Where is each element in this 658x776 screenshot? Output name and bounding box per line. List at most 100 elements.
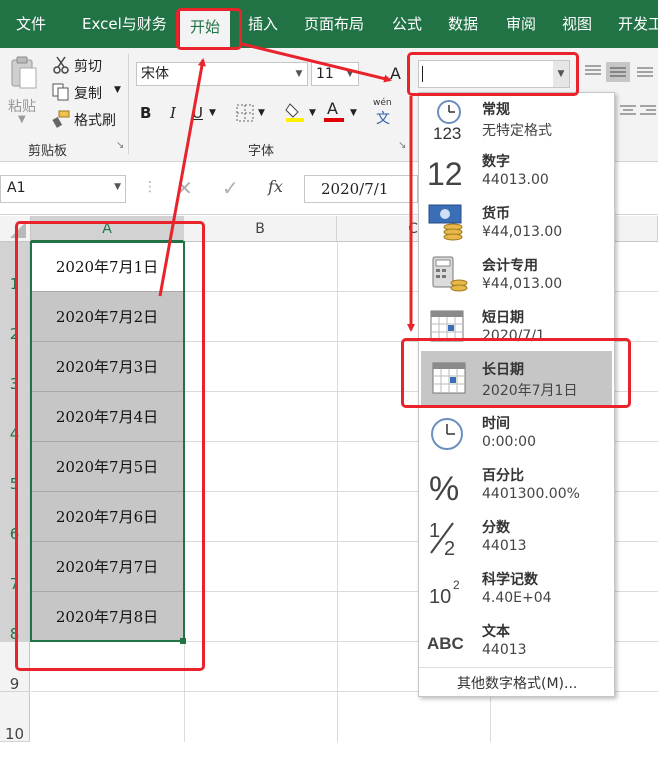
borders-icon[interactable]	[236, 104, 254, 122]
format-name: 常规	[482, 102, 510, 118]
enter-check-icon[interactable]: ✓	[222, 176, 239, 200]
format-example: ¥44,013.00	[482, 224, 563, 240]
font-launcher-icon[interactable]: ↘	[398, 140, 406, 151]
annotation-box-long-date	[401, 338, 631, 408]
paste-button[interactable]: 粘贴	[8, 96, 36, 116]
more-number-formats-link[interactable]: 其他数字格式(M)...	[457, 673, 577, 693]
font-size-value: 11	[316, 66, 334, 82]
icon-sci-exponent: 2	[453, 578, 460, 592]
chevron-down-icon[interactable]: ▼	[342, 63, 358, 85]
format-item-accounting[interactable]: 会计专用 ¥44,013.00	[419, 249, 614, 301]
name-box-value: A1	[7, 180, 26, 196]
font-color-swatch	[324, 118, 344, 122]
format-example: 44013	[482, 642, 527, 658]
paste-icon[interactable]	[8, 56, 38, 92]
format-item-text[interactable]: ABC 文本 44013	[419, 615, 614, 667]
icon-percent-text: %	[429, 470, 459, 505]
font-color-button[interactable]: A	[324, 99, 346, 122]
annotation-box-cells	[15, 221, 205, 671]
tab-file[interactable]: 文件	[16, 0, 46, 48]
name-box[interactable]: A1 ▼	[0, 175, 126, 203]
italic-button[interactable]: I	[170, 104, 176, 122]
font-name-value: 宋体	[141, 66, 169, 82]
underline-dropdown-icon[interactable]: ▼	[209, 108, 216, 118]
copy-dropdown-icon[interactable]: ▼	[114, 85, 121, 95]
menu-divider	[419, 667, 614, 668]
icon-sci-base: 10	[429, 586, 451, 608]
row-header[interactable]: 10	[0, 692, 30, 743]
annotation-box-number-format	[407, 52, 579, 96]
format-item-time[interactable]: 时间 0:00:00	[419, 407, 614, 459]
tab-view[interactable]: 视图	[562, 0, 592, 48]
align-bottom-icon[interactable]	[636, 64, 654, 78]
align-top-icon[interactable]	[584, 64, 602, 78]
font-name-combo[interactable]: 宋体 ▼	[136, 62, 308, 86]
phonetic-guide-button[interactable]: 文	[376, 108, 390, 128]
font-color-dropdown-icon[interactable]: ▼	[350, 108, 357, 118]
clipboard-group-label: 剪贴板	[28, 144, 68, 159]
percent-icon: %	[427, 465, 471, 508]
paste-dropdown-icon[interactable]: ▼	[18, 114, 26, 125]
cut-button[interactable]: 剪切	[74, 56, 102, 76]
format-name: 时间	[482, 416, 510, 432]
format-item-general[interactable]: 123 常规 无特定格式	[419, 93, 614, 145]
grow-font-button[interactable]: A	[390, 64, 401, 83]
format-example: 4.40E+04	[482, 590, 552, 606]
accounting-icon	[427, 255, 471, 295]
fill-color-icon[interactable]	[284, 100, 306, 122]
font-color-letter: A	[327, 99, 338, 118]
icon-fraction-denominator: 2	[444, 538, 455, 557]
fill-color-dropdown-icon[interactable]: ▼	[309, 108, 316, 118]
formula-content: 2020/7/1	[321, 180, 389, 198]
format-example: 0:00:00	[482, 434, 536, 450]
icon-12-text: 12	[427, 156, 463, 191]
format-painter-icon	[52, 110, 70, 128]
phonetic-pinyin-label: wén	[373, 98, 392, 108]
bold-button[interactable]: B	[140, 104, 151, 122]
format-name: 短日期	[482, 310, 524, 326]
borders-dropdown-icon[interactable]: ▼	[258, 108, 265, 118]
column-header-b[interactable]: B	[184, 216, 337, 242]
font-group-label: 字体	[248, 144, 275, 159]
number-12-icon: 12	[427, 151, 471, 192]
tab-developer[interactable]: 开发工	[618, 0, 658, 48]
format-name: 科学记数	[482, 572, 538, 588]
format-item-scientific[interactable]: 10 2 科学记数 4.40E+04	[419, 563, 614, 615]
annotation-box-home-tab	[176, 8, 242, 50]
tab-review[interactable]: 审阅	[506, 0, 536, 48]
format-example: 44013.00	[482, 172, 549, 188]
chevron-down-icon[interactable]: ▼	[291, 63, 307, 85]
tab-insert[interactable]: 插入	[248, 0, 278, 48]
format-item-fraction[interactable]: 12 分数 44013	[419, 511, 614, 563]
font-size-combo[interactable]: 11 ▼	[311, 62, 359, 86]
align-center-icon[interactable]	[620, 104, 636, 118]
align-middle-icon[interactable]	[606, 62, 630, 82]
format-name: 文本	[482, 624, 510, 640]
chevron-down-icon[interactable]: ▼	[114, 182, 121, 192]
format-item-percent[interactable]: % 百分比 4401300.00%	[419, 459, 614, 511]
tab-page-layout[interactable]: 页面布局	[304, 0, 364, 48]
ribbon-tab-bar: 文件 Excel与财务 开始 插入 页面布局 公式 数据 审阅 视图 开发工	[0, 0, 658, 48]
format-name: 会计专用	[482, 258, 538, 274]
underline-button[interactable]: U	[192, 104, 203, 122]
align-right-icon[interactable]	[640, 104, 656, 118]
insert-function-button[interactable]: fx	[268, 177, 283, 196]
icon-fraction-numerator: 1	[429, 520, 440, 542]
format-example: 44013	[482, 538, 527, 554]
format-item-number[interactable]: 12 数字 44013.00	[419, 145, 614, 197]
fraction-icon: 12	[427, 517, 471, 560]
tab-data[interactable]: 数据	[448, 0, 478, 48]
tab-formulas[interactable]: 公式	[392, 0, 422, 48]
cancel-icon[interactable]: ✕	[176, 176, 193, 200]
copy-button[interactable]: 复制	[74, 83, 102, 103]
format-name: 分数	[482, 520, 510, 536]
clipboard-launcher-icon[interactable]: ↘	[116, 140, 124, 151]
formula-input[interactable]: 2020/7/1	[304, 175, 418, 203]
tab-excel-finance[interactable]: Excel与财务	[82, 0, 167, 48]
format-name: 百分比	[482, 468, 524, 484]
currency-icon	[427, 203, 471, 243]
format-example: ¥44,013.00	[482, 276, 563, 292]
format-item-currency[interactable]: 货币 ¥44,013.00	[419, 197, 614, 249]
more-options-icon: ⋮	[143, 179, 157, 195]
format-painter-button[interactable]: 格式刷	[74, 110, 116, 130]
